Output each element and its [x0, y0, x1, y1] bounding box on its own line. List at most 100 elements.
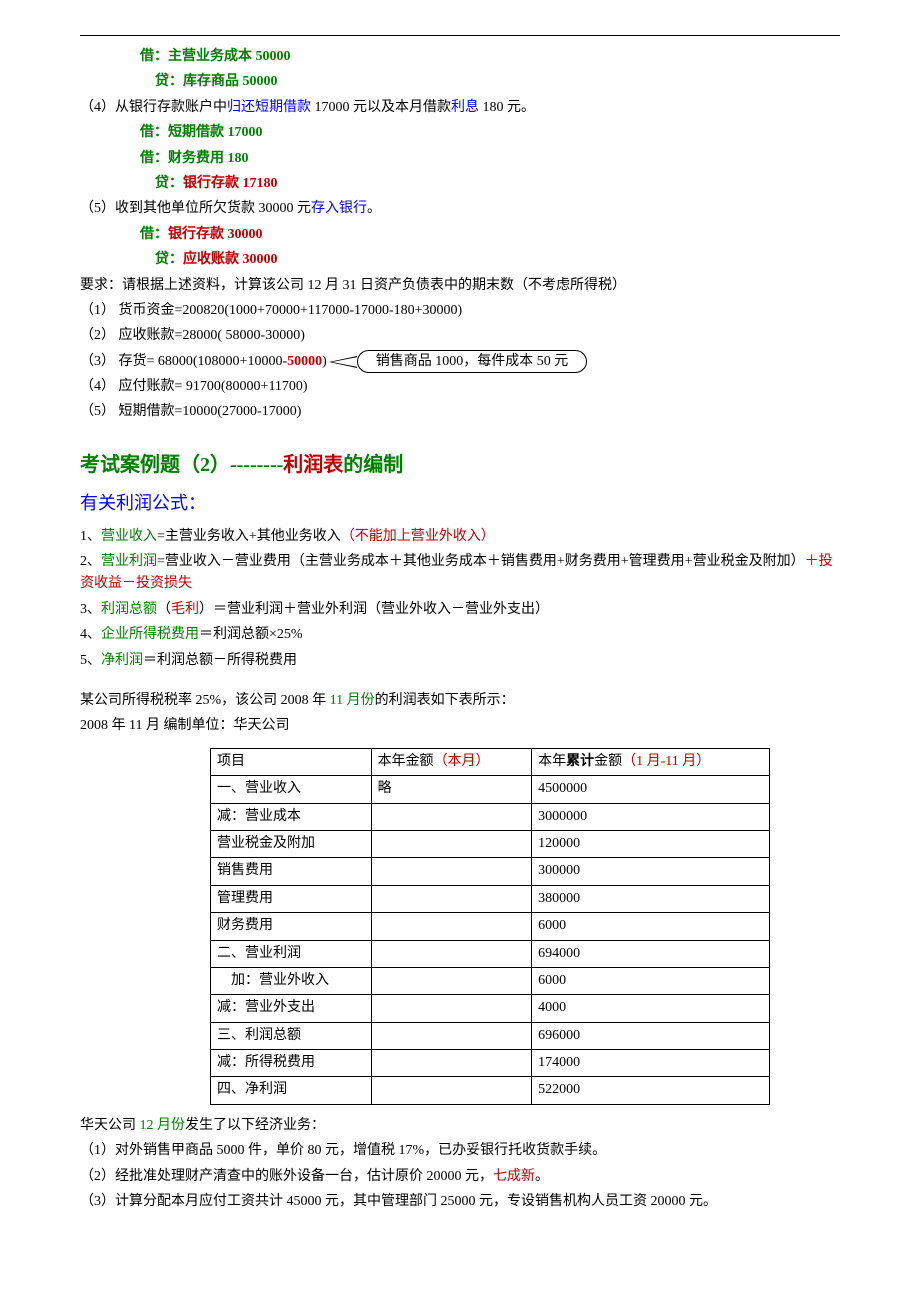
text: （2）经批准处理财产清查中的账外设备一台，估计原价 20000 元，: [80, 1169, 493, 1184]
table-row: 财务费用6000: [211, 913, 770, 940]
text: 5、: [80, 653, 101, 668]
table-cell: 减：营业成本: [211, 803, 372, 830]
text-highlight: 50000: [287, 351, 322, 373]
table-cell: 四、净利润: [211, 1077, 372, 1104]
text: （5）收到其他单位所欠货款 30000 元: [80, 201, 311, 216]
table-cell: 略: [371, 776, 532, 803]
section-title: 考试案例题（2）--------利润表的编制: [80, 449, 840, 481]
business-item: （2）经批准处理财产清查中的账外设备一台，估计原价 20000 元，七成新。: [80, 1166, 840, 1188]
table-cell: 3000000: [532, 803, 770, 830]
table-cell: [371, 1022, 532, 1049]
income-statement-table: 项目 本年金额（本月） 本年累计金额（1 月-11 月） 一、营业收入略4500…: [210, 748, 770, 1105]
bottom-intro: 华天公司 12 月份发生了以下经济业务：: [80, 1115, 840, 1137]
title-part-c: 的编制: [343, 454, 403, 476]
formula-2: 2、营业利润=营业收入－营业费用（主营业务成本＋其他业务成本＋销售费用+财务费用…: [80, 551, 840, 596]
top-rule: [80, 35, 840, 36]
text-highlight: 银行存款 17180: [183, 176, 278, 191]
table-cell: 减：营业外支出: [211, 995, 372, 1022]
table-cell: 300000: [532, 858, 770, 885]
table-cell: [371, 995, 532, 1022]
col-item: 项目: [211, 748, 372, 775]
table-row: 营业税金及附加120000: [211, 830, 770, 857]
term: 企业所得税费用: [101, 627, 199, 642]
note: （不能加上营业外收入）: [341, 529, 495, 544]
table-cell: [371, 1050, 532, 1077]
text-highlight: 存入银行: [311, 201, 367, 216]
text: 17000 元以及本月借款: [311, 100, 451, 115]
business-item: （3）计算分配本月应付工资共计 45000 元，其中管理部门 25000 元，专…: [80, 1191, 840, 1213]
table-row: 一、营业收入略4500000: [211, 776, 770, 803]
text-highlight: （本月）: [434, 754, 490, 769]
text: 的利润表如下表所示：: [375, 693, 515, 708]
table-cell: 120000: [532, 830, 770, 857]
text: 华天公司: [80, 1118, 140, 1133]
text-highlight: （1 月-11 月）: [622, 754, 710, 769]
journal-entry: 贷：银行存款 17180: [80, 173, 840, 195]
text-highlight: 应收账款 30000: [183, 252, 278, 267]
journal-entry: 借：银行存款 30000: [80, 224, 840, 246]
text: （: [157, 602, 171, 617]
term: 利润总额: [101, 602, 157, 617]
table-cell: 财务费用: [211, 913, 372, 940]
text: 发生了以下经济业务：: [185, 1118, 325, 1133]
table-cell: 减：所得税费用: [211, 1050, 372, 1077]
intro-2: 2008 年 11 月 编制单位：华天公司: [80, 715, 840, 737]
text: 贷：: [155, 176, 183, 191]
table-cell: 二、营业利润: [211, 940, 372, 967]
text: ＝利润总额－所得税费用: [143, 653, 297, 668]
table-cell: 一、营业收入: [211, 776, 372, 803]
text-bold: 累计: [566, 754, 594, 769]
table-cell: 380000: [532, 885, 770, 912]
text: 180 元。: [479, 100, 535, 115]
table-cell: [371, 885, 532, 912]
formula-5: 5、净利润＝利润总额－所得税费用: [80, 650, 840, 672]
text: 金额: [594, 754, 622, 769]
text: 借：: [140, 227, 168, 242]
calc-line: （4） 应付账款= 91700(80000+11700): [80, 376, 840, 398]
table-cell: 6000: [532, 967, 770, 994]
table-row: 减：营业外支出 4000: [211, 995, 770, 1022]
term: 净利润: [101, 653, 143, 668]
item-5: （5）收到其他单位所欠货款 30000 元存入银行。: [80, 198, 840, 220]
calc-line: （1） 货币资金=200820(1000+70000+117000-17000-…: [80, 300, 840, 322]
text: （3） 存货= 68000(108000+10000-: [80, 351, 287, 373]
table-cell: 加：营业外收入: [211, 967, 372, 994]
text: ）＝营业利润＋营业外利润（营业外收入－营业外支出）: [199, 602, 549, 617]
text: 4、: [80, 627, 101, 642]
calc-line: （2） 应收账款=28000( 58000-30000): [80, 325, 840, 347]
calc-line-3: （3） 存货= 68000(108000+10000-50000) 销售商品 1…: [80, 351, 840, 373]
table-cell: [371, 940, 532, 967]
table-cell: [371, 913, 532, 940]
text: ＝利润总额×25%: [199, 627, 303, 642]
term: 营业收入: [101, 529, 157, 544]
table-row: 减：营业成本 3000000: [211, 803, 770, 830]
journal-entry: 借：主营业务成本 50000: [80, 46, 840, 68]
text-highlight: 七成新: [493, 1169, 535, 1184]
text: 。: [535, 1169, 549, 1184]
table-row: 三、利润总额696000: [211, 1022, 770, 1049]
table-cell: 4000: [532, 995, 770, 1022]
table-row: 加：营业外收入 6000: [211, 967, 770, 994]
table-cell: 694000: [532, 940, 770, 967]
text: 本年: [538, 754, 566, 769]
table-cell: [371, 967, 532, 994]
formula-3: 3、利润总额（毛利）＝营业利润＋营业外利润（营业外收入－营业外支出）: [80, 599, 840, 621]
table-cell: 522000: [532, 1077, 770, 1104]
text: 3、: [80, 602, 101, 617]
title-part-b: 利润表: [283, 454, 343, 476]
table-cell: 销售费用: [211, 858, 372, 885]
item-4: （4）从银行存款账户中归还短期借款 17000 元以及本月借款利息 180 元。: [80, 97, 840, 119]
journal-entry: 贷：库存商品 50000: [80, 71, 840, 93]
text: =主营业务收入+其他业务收入: [157, 529, 341, 544]
requirement: 要求：请根据上述资料，计算该公司 12 月 31 日资产负债表中的期末数（不考虑…: [80, 275, 840, 297]
table-cell: 696000: [532, 1022, 770, 1049]
calc-line: （5） 短期借款=10000(27000-17000): [80, 401, 840, 423]
table-cell: 管理费用: [211, 885, 372, 912]
text-highlight: 11 月份: [330, 693, 375, 708]
table-cell: [371, 803, 532, 830]
business-item: （1）对外销售甲商品 5000 件，单价 80 元，增值税 17%，已办妥银行托…: [80, 1140, 840, 1162]
col-month: 本年金额（本月）: [371, 748, 532, 775]
table-cell: 174000: [532, 1050, 770, 1077]
formula-4: 4、企业所得税费用＝利润总额×25%: [80, 624, 840, 646]
title-part-a: 考试案例题（2）--------: [80, 454, 283, 476]
